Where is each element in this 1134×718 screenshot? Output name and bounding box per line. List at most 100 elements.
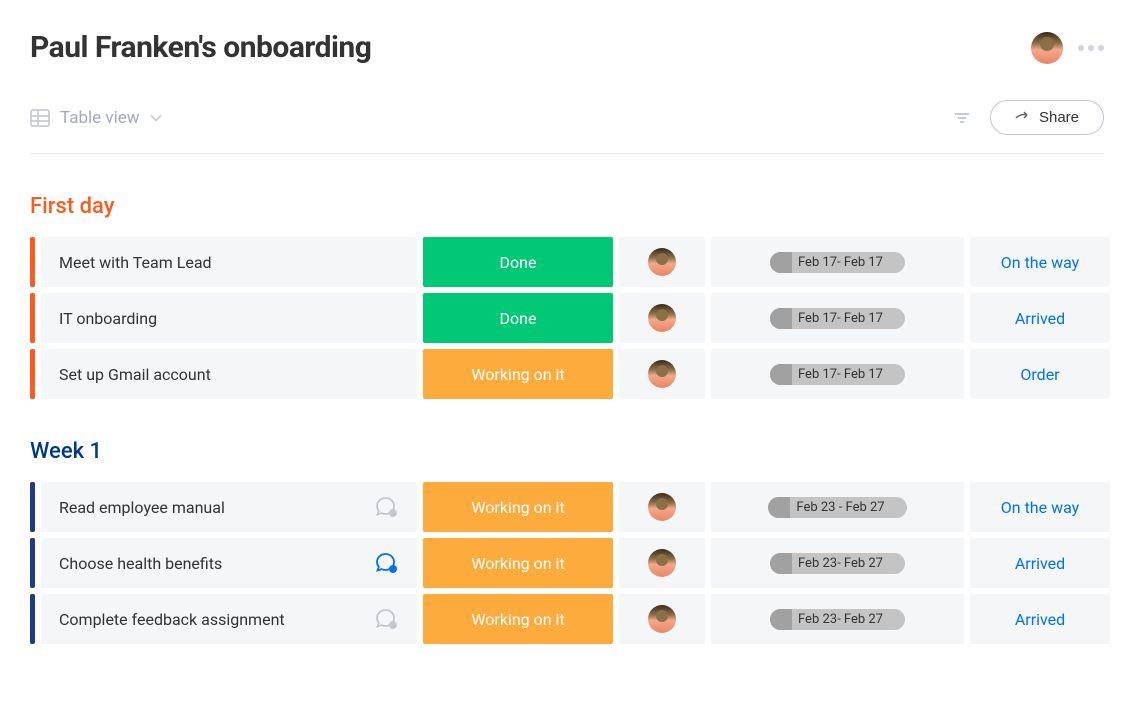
action-label: Arrived (1015, 554, 1065, 573)
more-options-button[interactable] (1078, 45, 1104, 51)
chevron-down-icon (150, 114, 162, 122)
group-title[interactable]: Week 1 (30, 439, 1104, 464)
share-icon (1015, 111, 1031, 125)
date-range: Feb 17- Feb 17 (798, 367, 883, 382)
date-pill: Feb 17- Feb 17 (770, 364, 905, 385)
task-cell[interactable]: Read employee manual (41, 482, 417, 532)
date-cell[interactable]: Feb 23- Feb 27 (711, 538, 964, 588)
person-cell[interactable] (619, 349, 705, 399)
table-row: Set up Gmail account Working on it Feb 1… (30, 349, 1104, 399)
person-cell[interactable] (619, 538, 705, 588)
action-cell[interactable]: Arrived (970, 293, 1110, 343)
action-cell[interactable]: Order (970, 349, 1110, 399)
person-cell[interactable] (619, 237, 705, 287)
assignee-avatar[interactable] (648, 549, 676, 577)
table-row: Read employee manual Working on it Feb 2… (30, 482, 1104, 532)
action-cell[interactable]: On the way (970, 237, 1110, 287)
user-avatar[interactable] (1031, 32, 1063, 64)
status-cell[interactable]: Working on it (423, 538, 613, 588)
toolbar: Table view Share (30, 100, 1104, 154)
assignee-avatar[interactable] (648, 360, 676, 388)
date-range: Feb 17- Feb 17 (798, 255, 883, 270)
table-row: Meet with Team Lead Done Feb 17- Feb 17 … (30, 237, 1104, 287)
group-color-bar (30, 594, 35, 644)
task-cell[interactable]: Meet with Team Lead (41, 237, 417, 287)
chat-icon[interactable] (373, 606, 399, 632)
date-range: Feb 23- Feb 27 (798, 612, 883, 627)
action-cell[interactable]: Arrived (970, 538, 1110, 588)
status-cell[interactable]: Working on it (423, 482, 613, 532)
group-week-1: Week 1 Read employee manual Working on i… (30, 439, 1104, 644)
assignee-avatar[interactable] (648, 304, 676, 332)
group-color-bar (30, 538, 35, 588)
group-color-bar (30, 237, 35, 287)
action-label: Arrived (1015, 309, 1065, 328)
share-label: Share (1039, 109, 1079, 126)
status-cell[interactable]: Working on it (423, 594, 613, 644)
status-label: Working on it (471, 498, 564, 517)
group-color-bar (30, 349, 35, 399)
task-name: Set up Gmail account (59, 365, 211, 384)
date-cell[interactable]: Feb 17- Feb 17 (711, 349, 964, 399)
task-name: IT onboarding (59, 309, 157, 328)
task-name: Choose health benefits (59, 554, 222, 573)
date-cell[interactable]: Feb 23- Feb 27 (711, 594, 964, 644)
task-name: Complete feedback assignment (59, 610, 285, 629)
person-cell[interactable] (619, 594, 705, 644)
person-cell[interactable] (619, 293, 705, 343)
status-label: Done (500, 253, 537, 272)
task-cell[interactable]: Choose health benefits (41, 538, 417, 588)
toolbar-right: Share (954, 100, 1104, 135)
date-range: Feb 17- Feb 17 (798, 311, 883, 326)
task-cell[interactable]: Set up Gmail account (41, 349, 417, 399)
action-label: On the way (1001, 498, 1080, 517)
date-cell[interactable]: Feb 23 - Feb 27 (711, 482, 964, 532)
action-label: Order (1020, 365, 1059, 384)
table-icon (30, 109, 50, 127)
chat-icon[interactable] (373, 494, 399, 520)
chat-icon[interactable] (373, 550, 399, 576)
status-label: Working on it (471, 365, 564, 384)
page-header: Paul Franken's onboarding (30, 30, 1104, 65)
date-range: Feb 23 - Feb 27 (796, 500, 884, 515)
task-cell[interactable]: Complete feedback assignment (41, 594, 417, 644)
date-pill: Feb 17- Feb 17 (770, 308, 905, 329)
assignee-avatar[interactable] (648, 605, 676, 633)
group-first-day: First day Meet with Team Lead Done Feb 1… (30, 194, 1104, 399)
view-label: Table view (60, 108, 140, 128)
date-cell[interactable]: Feb 17- Feb 17 (711, 293, 964, 343)
action-cell[interactable]: On the way (970, 482, 1110, 532)
status-label: Done (500, 309, 537, 328)
group-color-bar (30, 293, 35, 343)
date-pill: Feb 23- Feb 27 (770, 609, 905, 630)
action-cell[interactable]: Arrived (970, 594, 1110, 644)
assignee-avatar[interactable] (648, 493, 676, 521)
date-cell[interactable]: Feb 17- Feb 17 (711, 237, 964, 287)
date-pill: Feb 17- Feb 17 (770, 252, 905, 273)
table-row: Complete feedback assignment Working on … (30, 594, 1104, 644)
task-name: Meet with Team Lead (59, 253, 212, 272)
date-pill: Feb 23- Feb 27 (770, 553, 905, 574)
task-name: Read employee manual (59, 498, 225, 517)
task-cell[interactable]: IT onboarding (41, 293, 417, 343)
group-color-bar (30, 482, 35, 532)
status-label: Working on it (471, 610, 564, 629)
table-row: Choose health benefits Working on it Feb… (30, 538, 1104, 588)
person-cell[interactable] (619, 482, 705, 532)
date-range: Feb 23- Feb 27 (798, 556, 883, 571)
table-row: IT onboarding Done Feb 17- Feb 17 Arrive… (30, 293, 1104, 343)
status-label: Working on it (471, 554, 564, 573)
status-cell[interactable]: Done (423, 237, 613, 287)
view-selector[interactable]: Table view (30, 108, 162, 128)
share-button[interactable]: Share (990, 100, 1104, 135)
page-title: Paul Franken's onboarding (30, 30, 371, 65)
assignee-avatar[interactable] (648, 248, 676, 276)
status-cell[interactable]: Working on it (423, 349, 613, 399)
date-pill: Feb 23 - Feb 27 (768, 497, 906, 518)
header-actions (1031, 32, 1104, 64)
status-cell[interactable]: Done (423, 293, 613, 343)
filter-icon[interactable] (954, 112, 970, 124)
group-title[interactable]: First day (30, 194, 1104, 219)
action-label: On the way (1001, 253, 1080, 272)
action-label: Arrived (1015, 610, 1065, 629)
